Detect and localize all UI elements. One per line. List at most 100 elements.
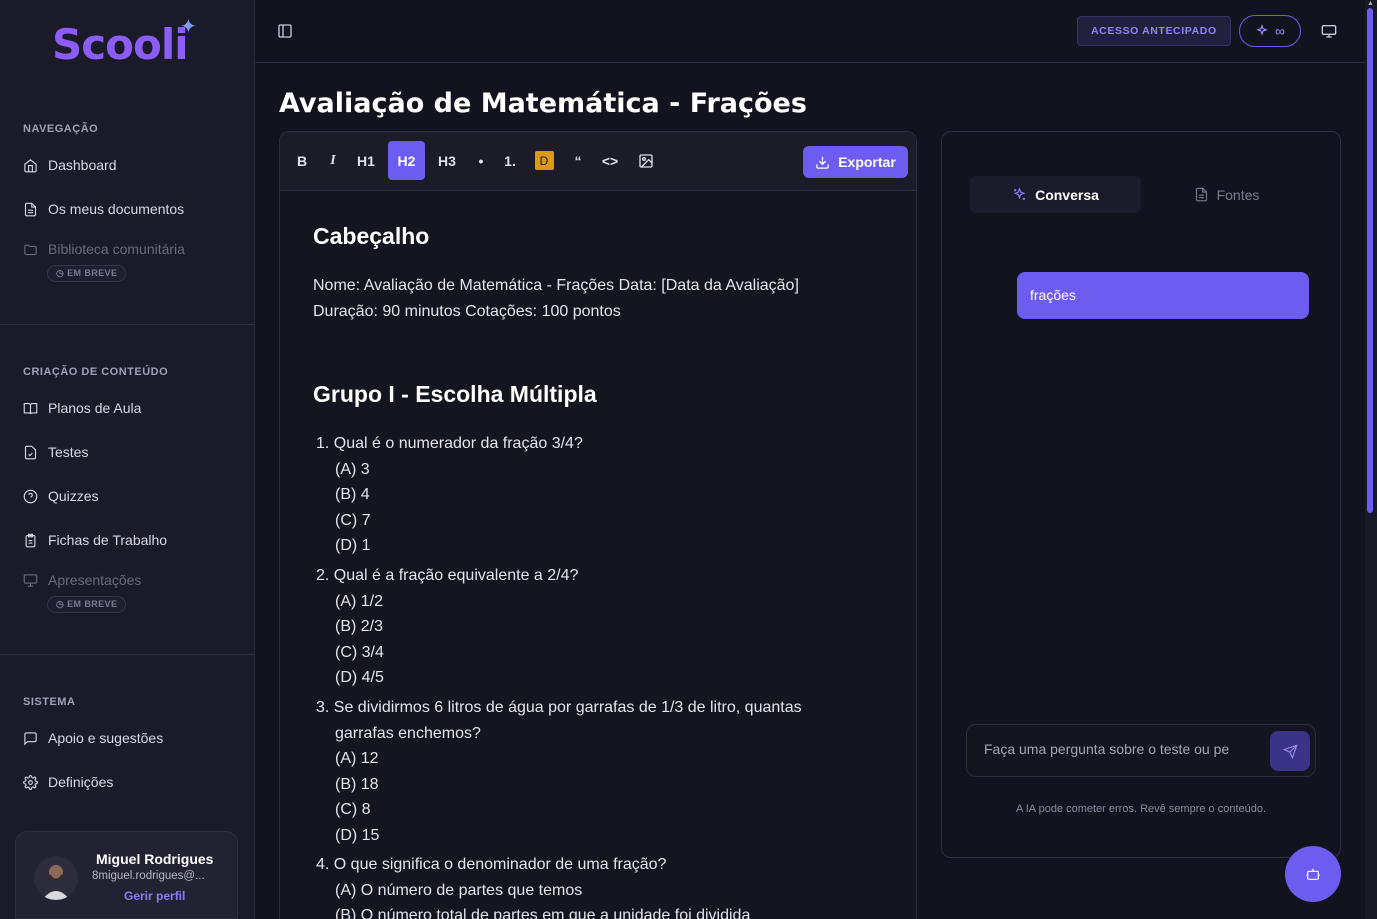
- avatar: [34, 856, 78, 900]
- answer-option: (D) 1: [335, 537, 371, 554]
- chat-input[interactable]: [984, 741, 1254, 757]
- document-icon: [24, 202, 37, 216]
- answer-option: (D) 15: [335, 827, 380, 844]
- profile-name: Miguel Rodrigues: [96, 851, 214, 867]
- highlight-icon: D: [534, 151, 554, 170]
- answer-option: (D) 4/5: [335, 669, 384, 686]
- user-message: frações: [1017, 272, 1309, 319]
- sparkles-icon: [1256, 24, 1268, 36]
- answer-option: (C) 3/4: [335, 644, 384, 661]
- folder-icon: [24, 244, 37, 255]
- chat-panel: Conversa Fontes frações A IA pode comete…: [941, 131, 1341, 858]
- insert-image-button[interactable]: [632, 141, 660, 180]
- answer-option: (B) 2/3: [335, 618, 384, 635]
- sidebar-item-library: Biblioteca comunitária: [23, 241, 185, 257]
- answer-option: (B) 18: [335, 776, 379, 793]
- clipboard-icon: [25, 533, 36, 547]
- book-icon: [23, 402, 38, 414]
- answer-option: (C) 8: [335, 801, 371, 818]
- italic-button[interactable]: I: [322, 141, 344, 180]
- sidebar-item-label: Quizzes: [48, 488, 99, 504]
- profile-email: 8miguel.rodrigues@...: [92, 870, 205, 882]
- coming-soon-badge: ◷ EM BREVE: [47, 596, 127, 613]
- answer-option: (A) 12: [335, 750, 379, 767]
- download-icon: [816, 156, 829, 169]
- send-icon: [1282, 743, 1298, 759]
- highlight-button[interactable]: D: [532, 141, 556, 180]
- chat-input-container: [966, 724, 1316, 777]
- tab-label: Conversa: [1035, 186, 1099, 203]
- header-line: Duração: 90 minutos Cotações: 100 pontos: [313, 303, 621, 320]
- document-editor[interactable]: B I H1 H2 H3 • 1. D “ <> Exportar Cabeça…: [279, 131, 917, 919]
- answer-option: (B) O número total de partes em que a un…: [335, 907, 751, 919]
- sidebar-item-tests[interactable]: Testes: [23, 444, 88, 460]
- chat-tabs: Conversa Fontes: [970, 176, 1312, 213]
- export-button[interactable]: Exportar: [803, 146, 908, 178]
- h2-button[interactable]: H2: [388, 141, 425, 180]
- answer-option: (B) 4: [335, 486, 370, 503]
- question-continuation: garrafas enchemos?: [335, 725, 481, 742]
- sidebar-item-label: Apresentações: [48, 572, 142, 588]
- tab-fontes[interactable]: Fontes: [1141, 176, 1312, 213]
- export-label: Exportar: [838, 154, 896, 170]
- ai-disclaimer: A IA pode cometer erros. Revê sempre o c…: [1015, 803, 1267, 815]
- message-icon: [24, 731, 37, 745]
- bold-button[interactable]: B: [290, 141, 314, 180]
- tab-label: Fontes: [1216, 186, 1260, 203]
- profile-card[interactable]: Miguel Rodrigues 8miguel.rodrigues@... G…: [15, 831, 238, 919]
- quote-button[interactable]: “: [566, 141, 590, 180]
- code-button[interactable]: <>: [596, 141, 624, 180]
- page-title: Avaliação de Matemática - Frações: [279, 88, 807, 119]
- sidebar-item-presentations: Apresentações: [23, 572, 141, 588]
- coming-soon-badge: ◷ EM BREVE: [47, 265, 127, 282]
- home-icon: [24, 158, 37, 172]
- manage-profile-link[interactable]: Gerir perfil: [124, 889, 185, 903]
- test-file-icon: [24, 445, 37, 459]
- sidebar-item-quizzes[interactable]: Quizzes: [23, 488, 99, 504]
- presentation-icon: [23, 573, 38, 587]
- assistant-fab[interactable]: [1285, 846, 1341, 902]
- bullet-list-button[interactable]: •: [470, 141, 492, 180]
- h3-button[interactable]: H3: [432, 141, 462, 180]
- bot-icon: [1306, 868, 1320, 880]
- credits-button[interactable]: ∞: [1239, 15, 1301, 47]
- help-circle-icon: [23, 489, 38, 503]
- sparkles-icon: [1013, 187, 1026, 201]
- send-button[interactable]: [1270, 731, 1310, 771]
- sidebar-item-label: Apoio e sugestões: [48, 730, 164, 746]
- answer-option: (C) 7: [335, 512, 371, 529]
- monitor-icon[interactable]: [1321, 23, 1337, 39]
- question: 4. O que significa o denominador de uma …: [316, 856, 667, 873]
- sparkle-icon: ✦: [180, 16, 197, 38]
- logo[interactable]: Scooli: [52, 20, 189, 69]
- sidebar-item-support[interactable]: Apoio e sugestões: [23, 730, 163, 746]
- section-title-navegacao: NAVEGAÇÃO: [23, 123, 99, 135]
- h1-button[interactable]: H1: [351, 141, 381, 180]
- sidebar-item-label: Planos de Aula: [48, 400, 142, 416]
- sidebar-item-label: Dashboard: [48, 157, 117, 173]
- sidebar-item-documents[interactable]: Os meus documentos: [23, 201, 184, 217]
- scrollbar-thumb[interactable]: [1367, 8, 1373, 513]
- scrollbar[interactable]: ▲: [1365, 0, 1377, 919]
- header-line: Nome: Avaliação de Matemática - Frações …: [313, 277, 799, 294]
- divider: [0, 324, 254, 325]
- early-access-badge[interactable]: ACESSO ANTECIPADO: [1077, 16, 1231, 46]
- app: Scooli ✦ NAVEGAÇÃO Dashboard Os meus doc…: [0, 0, 1377, 919]
- tab-conversa[interactable]: Conversa: [970, 176, 1141, 213]
- credits-value: ∞: [1275, 23, 1285, 39]
- sidebar-item-worksheets[interactable]: Fichas de Trabalho: [23, 532, 167, 548]
- topbar: ACESSO ANTECIPADO ∞: [255, 0, 1365, 63]
- divider: [0, 654, 254, 655]
- sidebar: Scooli ✦ NAVEGAÇÃO Dashboard Os meus doc…: [0, 0, 255, 919]
- sidebar-item-settings[interactable]: Definições: [23, 774, 113, 790]
- sidebar-toggle-icon[interactable]: [277, 23, 293, 39]
- file-text-icon: [1195, 187, 1207, 202]
- numbered-list-button[interactable]: 1.: [498, 141, 522, 180]
- scroll-up-arrow[interactable]: ▲: [1367, 0, 1375, 7]
- heading-group: Grupo I - Escolha Múltipla: [313, 381, 597, 407]
- sidebar-item-dashboard[interactable]: Dashboard: [23, 157, 117, 173]
- sidebar-item-label: Fichas de Trabalho: [48, 532, 168, 548]
- sidebar-item-label: Os meus documentos: [48, 201, 185, 217]
- sidebar-item-label: Testes: [48, 444, 89, 460]
- sidebar-item-lesson-plans[interactable]: Planos de Aula: [23, 400, 141, 416]
